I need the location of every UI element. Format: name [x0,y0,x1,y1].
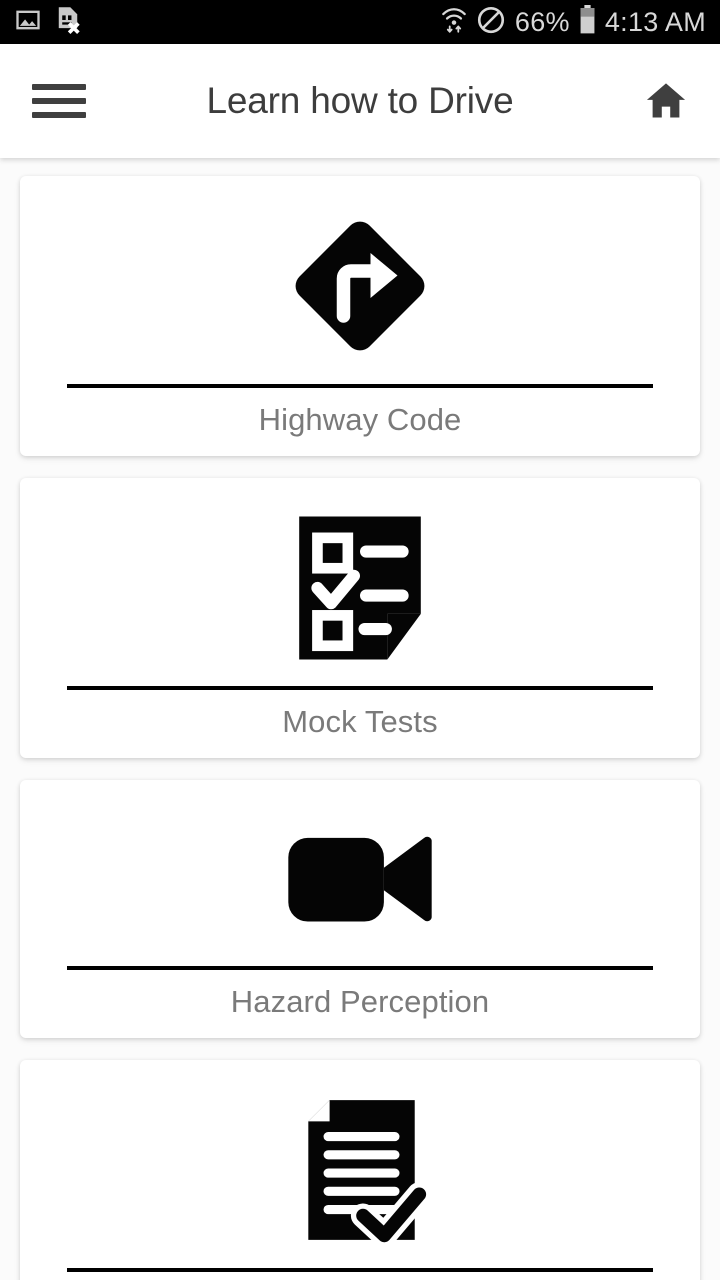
card-divider [67,686,653,690]
card-hazard-perception[interactable]: Hazard Perception [20,780,700,1038]
checklist-document-icon [289,502,431,674]
wifi-transfer-icon [441,5,467,40]
sim-card-missing-icon [54,5,82,40]
card-mock-test-compleat[interactable]: Mock Test Compleat [20,1060,700,1280]
card-mock-tests[interactable]: Mock Tests [20,478,700,758]
document-check-icon [290,1084,430,1256]
status-bar-left-icons [14,5,82,40]
hamburger-bar-1 [32,84,86,90]
battery-icon [579,4,596,40]
page-title: Learn how to Drive [206,80,514,121]
card-label-mock-tests: Mock Tests [282,704,438,739]
status-bar-right-group: 66% 4:13 AM [441,4,706,40]
clock-label: 4:13 AM [604,6,706,37]
status-bar: 66% 4:13 AM [0,0,720,44]
hamburger-menu-icon[interactable] [32,80,86,122]
home-icon[interactable] [638,73,694,129]
image-icon [14,6,42,39]
app-screen: 66% 4:13 AM Learn how to Drive Highway C… [0,0,720,1280]
hamburger-bar-2 [32,98,86,104]
card-divider [67,384,653,388]
card-divider [67,966,653,970]
video-camera-icon [285,804,435,954]
hamburger-bar-3 [32,112,86,118]
do-not-disturb-icon [476,5,506,40]
card-highway-code[interactable]: Highway Code [20,176,700,456]
card-list: Highway Code Mock Tests Hazard Perceptio… [0,158,720,1280]
card-label-highway-code: Highway Code [258,402,462,437]
app-bar: Learn how to Drive [0,44,720,158]
battery-percent-label: 66% [514,6,570,37]
turn-right-sign-icon [285,200,435,372]
card-divider [67,1268,653,1272]
card-label-hazard-perception: Hazard Perception [230,984,490,1019]
